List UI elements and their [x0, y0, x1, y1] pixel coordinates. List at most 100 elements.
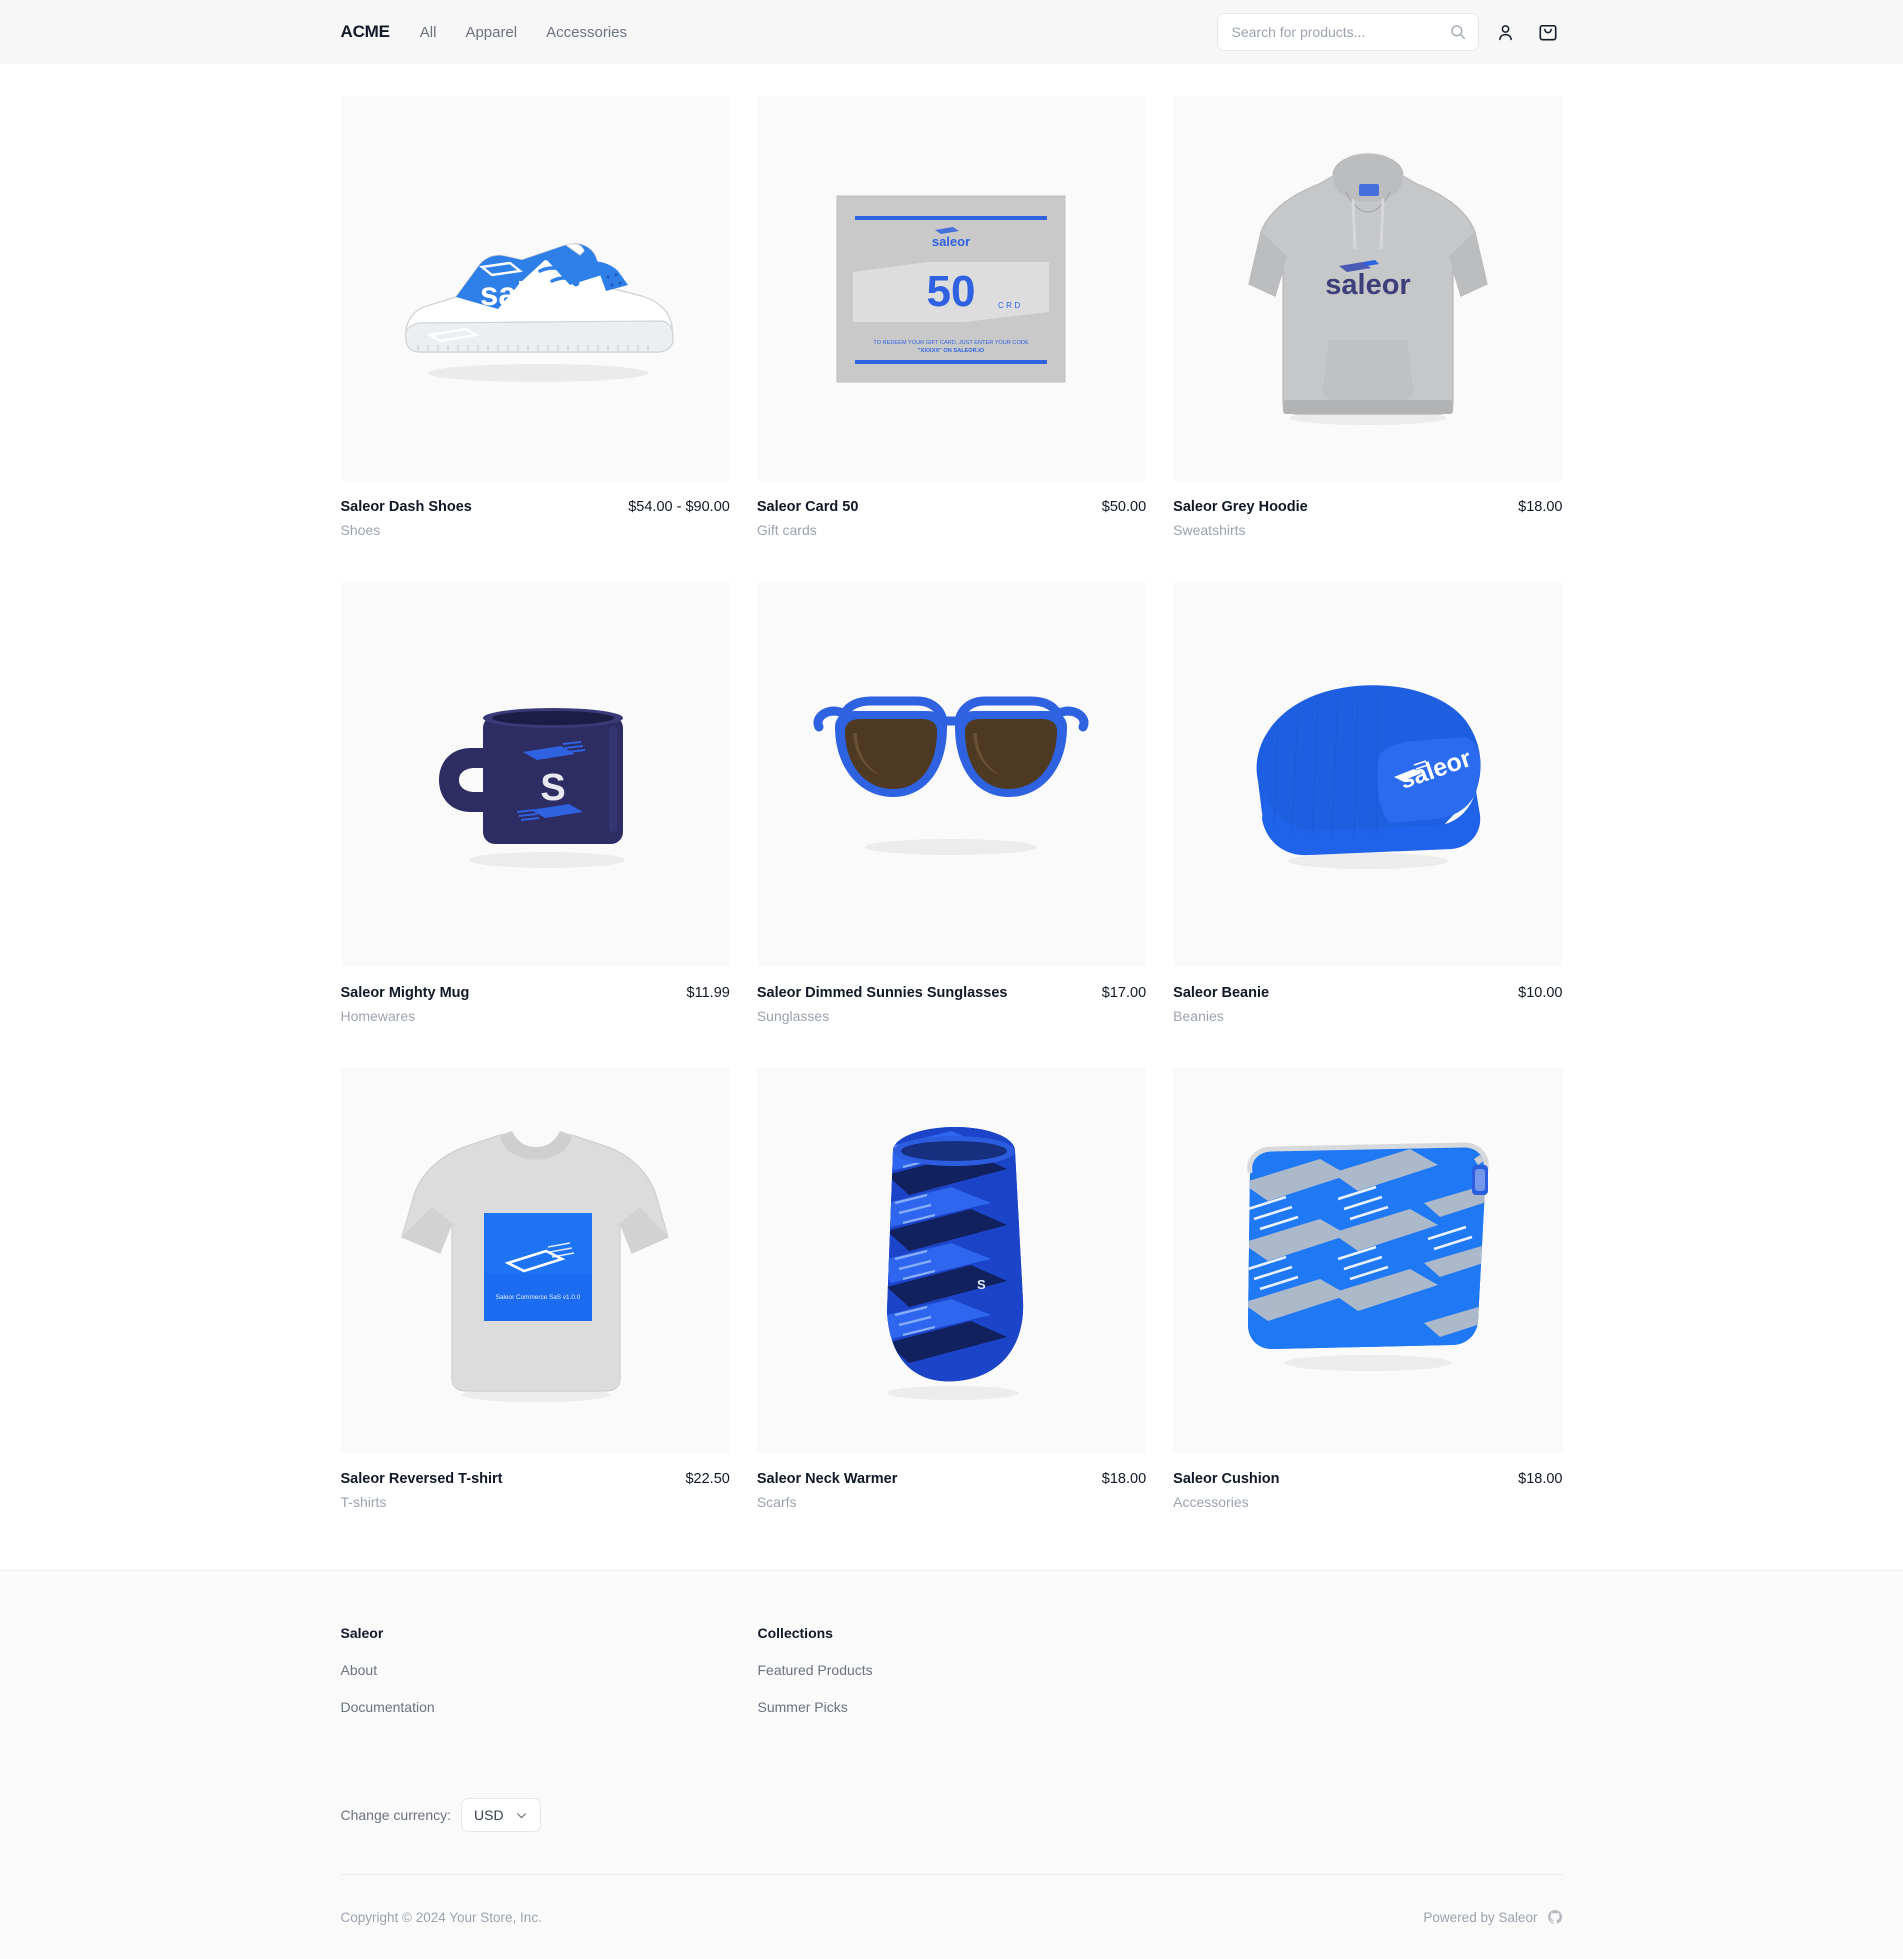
product-card[interactable]: Saleor Cushion $18.00 Accessories	[1173, 1068, 1563, 1510]
footer-column-empty	[1175, 1625, 1563, 1736]
cushion-illustration	[1247, 1141, 1489, 1371]
header-actions	[1216, 13, 1563, 51]
svg-text:saleor: saleor	[480, 275, 577, 312]
cart-button[interactable]	[1533, 17, 1563, 47]
currency-select[interactable]: USD	[461, 1798, 541, 1832]
product-image-mug: S	[340, 582, 730, 967]
product-card[interactable]: Saleor Dimmed Sunnies Sunglasses $17.00 …	[756, 582, 1147, 1024]
product-image-hoodie: saleor	[1173, 96, 1563, 481]
product-listing: saleor Saleor Dash Shoes $54.00 - $90.00…	[340, 64, 1563, 1570]
product-category: Scarfs	[756, 1494, 797, 1510]
product-name: Saleor Mighty Mug	[340, 985, 470, 1001]
footer-link-documentation[interactable]: Documentation	[341, 1699, 758, 1715]
footer-bottom-bar: Copyright © 2024 Your Store, Inc. Powere…	[340, 1874, 1563, 1959]
search-box	[1216, 13, 1479, 51]
footer-link-featured-products[interactable]: Featured Products	[758, 1662, 1175, 1678]
product-image-neckwarmer: S	[756, 1068, 1147, 1453]
product-category: Accessories	[1173, 1494, 1249, 1510]
product-category: T-shirts	[340, 1494, 387, 1510]
product-image-sneaker: saleor	[340, 96, 730, 481]
product-price: $54.00 - $90.00	[628, 499, 730, 515]
product-name: Saleor Card 50	[756, 499, 859, 515]
currency-label: Change currency:	[340, 1807, 452, 1823]
product-meta: Saleor Mighty Mug $11.99	[341, 985, 730, 1001]
sneaker-illustration: saleor	[405, 242, 674, 382]
product-card[interactable]: S Saleor Neck Warmer $18.00 Scarfs	[756, 1068, 1147, 1510]
product-meta: Saleor Grey Hoodie $18.00	[1173, 499, 1562, 515]
powered-by-link[interactable]: Powered by Saleor	[1423, 1909, 1562, 1925]
site-header: ACME All Apparel Accessories	[0, 0, 1903, 64]
product-price: $22.50	[685, 1471, 730, 1487]
product-price: $18.00	[1518, 499, 1563, 515]
product-price: $10.00	[1518, 985, 1563, 1001]
product-image-sunglasses	[756, 582, 1147, 967]
product-name: Saleor Cushion	[1173, 1471, 1280, 1487]
tshirt-illustration: Saleor Commerce SaS v1.0.0	[401, 1130, 669, 1402]
product-card[interactable]: saleor 50 CRD TO REDEEM YOUR GIFT CARD, …	[756, 96, 1147, 538]
product-meta: Saleor Cushion $18.00	[1173, 1471, 1562, 1487]
product-name: Saleor Dash Shoes	[340, 499, 472, 515]
giftcard-amount: 50	[927, 267, 976, 316]
footer-column-title: Collections	[757, 1625, 833, 1641]
giftcard-illustration: saleor 50 CRD TO REDEEM YOUR GIFT CARD, …	[836, 195, 1066, 382]
footer-column-saleor: Saleor About Documentation	[341, 1625, 758, 1736]
product-category: Sunglasses	[756, 1008, 830, 1024]
hoodie-illustration: saleor	[1248, 152, 1488, 425]
product-meta: Saleor Dash Shoes $54.00 - $90.00	[341, 499, 730, 515]
footer-link-about[interactable]: About	[341, 1662, 758, 1678]
product-name: Saleor Reversed T-shirt	[340, 1471, 503, 1487]
giftcard-brand: saleor	[932, 234, 970, 249]
search-input[interactable]	[1216, 13, 1479, 51]
product-card[interactable]: saleor Saleor Dash Shoes $54.00 - $90.00…	[340, 96, 730, 538]
footer-link-summer-picks[interactable]: Summer Picks	[758, 1699, 1175, 1715]
product-price: $11.99	[686, 985, 730, 1001]
footer-column-collections: Collections Featured Products Summer Pic…	[758, 1625, 1175, 1736]
user-icon	[1499, 24, 1512, 40]
footer-columns: Saleor About Documentation Collections F…	[341, 1625, 1563, 1736]
currency-value: USD	[474, 1807, 504, 1823]
product-name: Saleor Beanie	[1173, 985, 1270, 1001]
product-category: Gift cards	[756, 522, 817, 538]
giftcard-currency: CRD	[998, 301, 1023, 310]
chevron-down-icon	[516, 1812, 526, 1818]
product-card[interactable]: Saleor Commerce SaS v1.0.0 Saleor Revers…	[340, 1068, 730, 1510]
product-price: $18.00	[1101, 1471, 1147, 1487]
powered-by-label: Powered by Saleor	[1423, 1909, 1538, 1925]
product-image-tshirt: Saleor Commerce SaS v1.0.0	[340, 1068, 730, 1453]
svg-text:TO REDEEM YOUR GIFT CARD, JUST: TO REDEEM YOUR GIFT CARD, JUST ENTER YOU…	[874, 340, 1029, 346]
brand-logo[interactable]: ACME	[341, 22, 390, 42]
product-category: Sweatshirts	[1173, 522, 1246, 538]
product-name: Saleor Grey Hoodie	[1173, 499, 1308, 515]
neckwarmer-illustration: S	[887, 1126, 1024, 1400]
product-category: Shoes	[340, 522, 381, 538]
nav-item-accessories[interactable]: Accessories	[546, 24, 627, 41]
footer-inner: Saleor About Documentation Collections F…	[340, 1625, 1563, 1959]
product-price: $50.00	[1101, 499, 1147, 515]
nav-item-apparel[interactable]: Apparel	[465, 24, 517, 41]
beanie-illustration: saleor	[1256, 684, 1481, 869]
nav-item-all[interactable]: All	[420, 24, 437, 41]
svg-text:S: S	[977, 1277, 986, 1292]
product-meta: Saleor Reversed T-shirt $22.50	[341, 1471, 730, 1487]
header-inner: ACME All Apparel Accessories	[341, 0, 1563, 64]
mug-illustration: S	[439, 707, 626, 868]
product-meta: Saleor Card 50 $50.00	[757, 499, 1146, 515]
product-card[interactable]: saleor Saleor Beanie $10.00 Beanies	[1173, 582, 1563, 1024]
footer-column-title: Saleor	[340, 1625, 384, 1641]
product-card[interactable]: saleor Saleor Grey Hoodie $18.00 Sweatsh…	[1173, 96, 1563, 538]
product-image-giftcard: saleor 50 CRD TO REDEEM YOUR GIFT CARD, …	[756, 96, 1147, 481]
copyright-text: Copyright © 2024 Your Store, Inc.	[340, 1909, 542, 1925]
product-price: $17.00	[1101, 985, 1147, 1001]
svg-text:saleor: saleor	[1325, 269, 1410, 301]
product-image-cushion	[1173, 1068, 1563, 1453]
primary-nav: All Apparel Accessories	[420, 24, 627, 41]
currency-row: Change currency: USD	[341, 1798, 1563, 1874]
shopping-bag-icon	[1539, 24, 1556, 41]
product-meta: Saleor Beanie $10.00	[1173, 985, 1562, 1001]
product-meta: Saleor Dimmed Sunnies Sunglasses $17.00	[757, 985, 1146, 1001]
tshirt-caption: Saleor Commerce SaS v1.0.0	[496, 1294, 581, 1301]
product-card[interactable]: S Saleor Mighty Mug $11.99 Homewares	[340, 582, 730, 1024]
sunglasses-illustration	[814, 696, 1089, 855]
svg-text:"XXXXX" ON SALEOR.IO: "XXXXX" ON SALEOR.IO	[918, 348, 985, 354]
account-button[interactable]	[1491, 17, 1521, 47]
